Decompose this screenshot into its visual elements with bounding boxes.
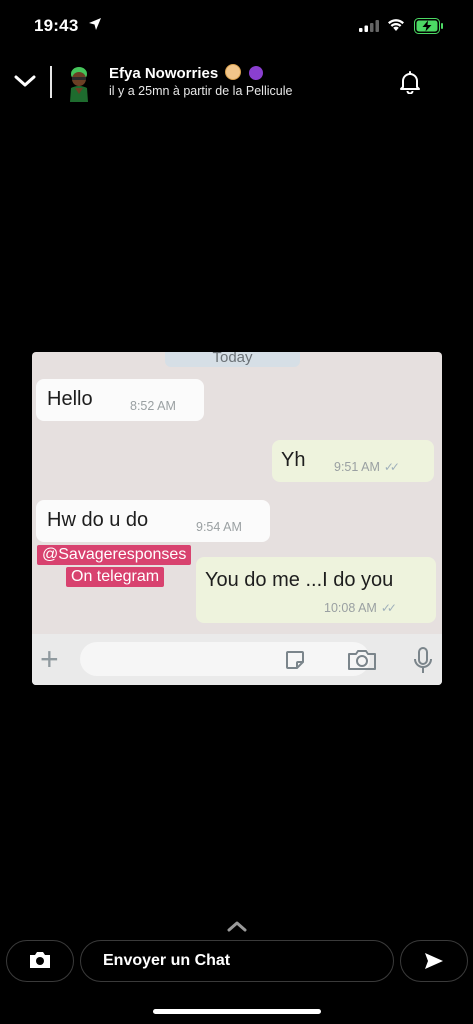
message-time: 9:51 AM ✓✓ [334,460,400,474]
cellular-signal-icon [359,20,379,32]
microphone-icon [414,647,432,673]
chat-input[interactable]: Envoyer un Chat [80,940,394,982]
story-header: Efya Noworries il y a 25mn à partir de l… [0,58,473,110]
watermark-line-2: On telegram [66,567,165,587]
message-time-text: 10:08 AM [324,601,377,615]
read-ticks-icon: ✓✓ [383,460,400,474]
header-divider [50,66,52,98]
camera-icon [348,650,376,670]
message-time-text: 9:51 AM [334,460,380,474]
screenshot-input-bar: + [32,634,442,685]
username[interactable]: Efya Noworries [109,64,263,82]
read-ticks-icon: ✓✓ [380,601,397,615]
location-arrow-icon [89,18,101,30]
chevron-down-icon[interactable] [14,74,36,88]
username-text: Efya Noworries [109,65,219,82]
watermark-line-1: @Savageresponses [37,545,192,565]
message-text: Hw do u do [47,509,149,531]
sticker-icon [286,651,304,669]
message-time: 9:54 AM [196,520,242,534]
princess-emoji-icon [225,64,242,80]
bitmoji-avatar[interactable] [62,64,96,102]
send-button[interactable] [400,940,468,982]
plus-icon: + [40,641,59,677]
message-text: Yh [281,449,306,471]
status-bar: 19:43 [0,0,473,54]
chat-input-placeholder: Envoyer un Chat [103,952,231,969]
battery-charging-icon [414,18,443,34]
story-timestamp: il y a 25mn à partir de la Pellicule [109,84,293,98]
devil-emoji-icon [248,66,263,80]
screenshot-message-field [80,642,370,676]
camera-icon [30,952,50,968]
message-bubble-incoming: Hw do u do 9:54 AM [36,500,270,542]
message-bubble-outgoing: Yh 9:51 AM ✓✓ [272,440,434,482]
message-text: Hello [47,388,93,410]
message-time: 8:52 AM [130,399,176,413]
date-pill: Today [165,352,300,367]
camera-button[interactable] [6,940,74,982]
shared-screenshot: Today Hello 8:52 AM Yh 9:51 AM ✓✓ Hw do u… [32,352,442,685]
wifi-icon [388,19,404,31]
message-time: 10:08 AM ✓✓ [324,601,397,615]
send-arrow-icon [425,953,443,969]
message-bubble-outgoing: You do me ...I do you 10:08 AM ✓✓ [196,557,436,623]
chevron-up-icon[interactable] [226,920,248,932]
status-time: 19:43 [34,16,79,35]
home-indicator [153,1009,321,1014]
message-bubble-incoming: Hello 8:52 AM [36,379,204,421]
message-text: You do me ...I do you [205,569,394,591]
bell-icon[interactable] [398,70,422,94]
